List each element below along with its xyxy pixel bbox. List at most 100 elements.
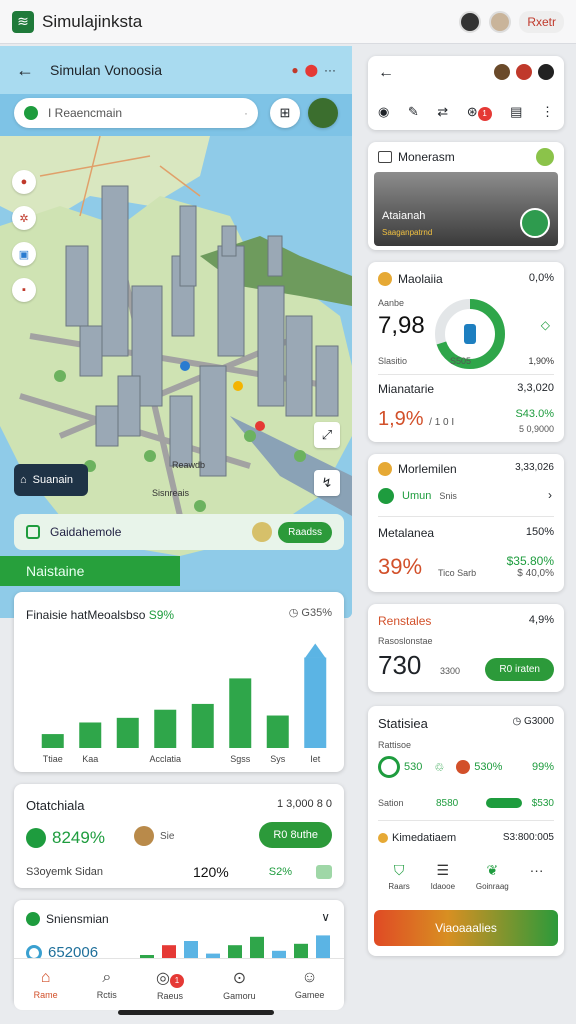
primary-cta-button[interactable]: Viaoaaalies	[374, 910, 558, 946]
back-arrow-icon[interactable]: ←	[16, 60, 34, 81]
home-indicator	[118, 1010, 274, 1015]
chart-icon[interactable]: ▤	[510, 104, 522, 121]
avatar	[134, 826, 154, 846]
header-action-button[interactable]: Rxetr	[519, 10, 564, 33]
tag-icon[interactable]: ▪	[12, 278, 36, 302]
nav-item-rame[interactable]: ⌂ Rame	[34, 969, 58, 1000]
dot-icon	[456, 760, 471, 774]
right-toolbar: ◉ ✎ ⇄ ⊛ 1 ▤ ⋮	[378, 104, 554, 121]
search-input[interactable]: I Reaencmain	[48, 106, 122, 120]
metrics-label: Slasitio	[378, 356, 408, 366]
layers-icon[interactable]: ⊞	[270, 98, 300, 128]
rentals-small: Rasoslonstae	[378, 636, 433, 646]
nav-item-rctis[interactable]: ⌕ Rctis	[97, 969, 117, 1000]
nav-icon: ⌕	[102, 969, 112, 986]
nav-icon: ⊙	[232, 970, 247, 987]
statistics-row: 530 ♲ 530% 99%	[378, 756, 554, 778]
map-info-button[interactable]: Raadss	[278, 521, 332, 543]
avatar[interactable]	[538, 64, 554, 80]
summary-row[interactable]: Umun Snis	[378, 488, 457, 504]
clear-icon[interactable]: ·	[244, 106, 248, 120]
tab-two[interactable]: ☰ Idaooe	[431, 862, 455, 891]
statistics-label-value: 8580	[436, 798, 459, 809]
metrics-sub: 5 0,9000	[518, 424, 554, 434]
check-icon	[378, 488, 394, 504]
location-icon[interactable]: ●	[291, 63, 298, 77]
avatar[interactable]	[516, 64, 532, 80]
chevron-down-icon[interactable]: ∨	[321, 910, 330, 924]
pin-icon[interactable]: ⬤	[305, 63, 318, 77]
metrics-row-label: Mianatarie	[378, 382, 435, 396]
metrics-right2: 1,90%	[528, 356, 554, 366]
nav-item-raeus[interactable]: ◎ 1 Raeus	[156, 968, 184, 1001]
leaf-icon	[26, 828, 46, 848]
edit-icon[interactable]: ✎	[408, 104, 419, 121]
back-arrow-icon[interactable]: ←	[378, 64, 394, 82]
bar	[191, 703, 214, 748]
globe-icon[interactable]: ◉	[378, 104, 389, 121]
bar-chart: Ttiae Kaa Acclatia Sgss Sys Iet	[41, 643, 327, 764]
nav-item-gamee[interactable]: ☺ Gamee	[295, 969, 325, 1000]
statistics-card: Statisiea ◷ G3000 Rattisoe 530 ♲ 530% 99…	[368, 706, 564, 956]
nav-icon: ⌂	[40, 969, 51, 986]
settings-icon[interactable]: ✲	[12, 206, 36, 230]
metrics-green: S43.0%	[515, 408, 554, 420]
summary-percent: 39%	[378, 554, 423, 579]
crowd-image[interactable]: Ataianah Saaganpatrnd	[374, 172, 558, 246]
profile-icon[interactable]	[459, 10, 482, 33]
media-card[interactable]: Monerasm Ataianah Saaganpatrnd	[368, 142, 564, 250]
rentals-button[interactable]: R0 iraten	[485, 658, 554, 681]
nav-item-gamoru[interactable]: ⊙ Gamoru	[223, 968, 256, 1001]
more-icon[interactable]: ···	[324, 63, 336, 77]
stat1-button[interactable]: R0 8uthe	[259, 822, 332, 848]
bar	[154, 709, 177, 748]
statistics-row2: Kimedatiaem	[378, 832, 456, 844]
nav-label: Rctis	[96, 990, 117, 1000]
building-icon[interactable]: ▣	[12, 242, 36, 266]
play-icon[interactable]	[520, 208, 550, 238]
app-header: ≋ Simulajinksta Rxetr	[0, 0, 576, 44]
tab-three[interactable]: ❦ Goinraag	[476, 862, 509, 891]
metrics-row-value: 3,3,020	[517, 382, 554, 394]
summary-title: Morlemilen	[378, 462, 457, 476]
recycle-icon: ♲	[434, 761, 445, 774]
map-header: ← Simulan Vonoosia ● ⬤ ···	[0, 46, 352, 94]
app-logo-icon: ≋	[12, 10, 34, 33]
map-pin-label[interactable]: ⌂ Suanain	[14, 464, 88, 496]
metrics-title: Maolaiia	[378, 272, 443, 286]
user-avatar[interactable]	[308, 98, 338, 128]
search-bar[interactable]: I Reaencmain ·	[14, 98, 258, 128]
map-label-b: Sisnreais	[152, 488, 190, 498]
avatar[interactable]	[494, 64, 510, 80]
chevron-right-icon[interactable]: ›	[548, 488, 552, 502]
bar	[266, 715, 289, 748]
media-title: Monerasm	[378, 150, 455, 164]
map-expand-icon[interactable]: ⤢	[314, 422, 340, 448]
sync-icon[interactable]: ⇄	[437, 104, 448, 121]
coin-icon	[378, 272, 392, 286]
map-side-tools: ● ✲ ▣ ▪	[12, 170, 36, 302]
poi-icon[interactable]: ●	[12, 170, 36, 194]
tab-one[interactable]: ⛉ Raars	[388, 862, 409, 891]
notification-icon[interactable]: ⊛ 1	[467, 104, 492, 121]
statistics-right2: $530	[531, 798, 554, 809]
chat-icon[interactable]	[316, 865, 332, 879]
map-title: Simulan Vonoosia	[50, 62, 163, 78]
home-icon: ⌂	[20, 474, 27, 486]
nav-label: Raeus	[156, 991, 183, 1001]
map-route-icon[interactable]: ↯	[314, 470, 340, 496]
rentals-card: Renstales 4,9% Rasoslonstae 730 3300 R0 …	[368, 604, 564, 692]
map-info-row[interactable]: Gaidahemole Raadss	[14, 514, 344, 550]
donut-center-icon	[464, 324, 476, 344]
statistics-row2-value: S3:800:005	[502, 832, 554, 843]
more-icon[interactable]: ···	[530, 862, 544, 891]
summary-label: Metalanea	[378, 526, 435, 540]
more-icon[interactable]: ⋮	[541, 104, 554, 121]
avatar[interactable]	[489, 10, 512, 33]
tick-label: Sys	[270, 754, 286, 764]
tag-icon[interactable]	[536, 148, 554, 166]
stat-icon	[26, 912, 40, 926]
map-label-a: Reawdb	[172, 460, 206, 470]
right-panel: ← ◉ ✎ ⇄ ⊛ 1 ▤ ⋮ Monerasm Ataianah Saaganp…	[368, 56, 564, 956]
section-band: Naistaine	[0, 556, 180, 586]
